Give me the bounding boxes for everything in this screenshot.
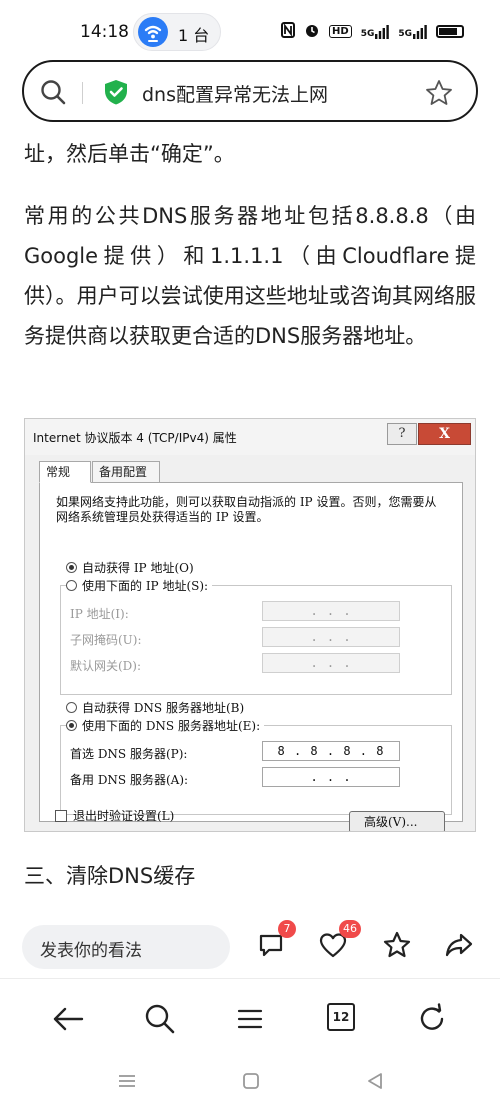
back-arrow-icon[interactable] [50, 1001, 86, 1037]
signal-5g-icon: 5G [398, 24, 427, 39]
preferred-dns-label: 首选 DNS 服务器(P): [70, 747, 188, 761]
recent-apps-icon[interactable] [116, 1070, 138, 1092]
tab-alternate-config: 备用配置 [92, 461, 160, 483]
bookmark-star-icon[interactable] [424, 78, 454, 108]
default-gateway-label: 默认网关(D): [70, 659, 142, 673]
hotspot-indicator[interactable]: 1 台 [133, 13, 221, 51]
radio-selected-icon [66, 562, 77, 573]
tab-general: 常规 [39, 461, 91, 483]
comment-input[interactable]: 发表你的看法 [22, 925, 230, 969]
default-gateway-field: . . . [262, 653, 400, 673]
search-icon[interactable] [40, 79, 66, 105]
radio-selected-icon [66, 720, 77, 731]
favorite-star-icon[interactable] [382, 930, 412, 960]
article-paragraph-dns: 常用的公共DNS服务器地址包括8.8.8.8（由Google提供）和1.1.1.… [24, 204, 476, 348]
ip-address-label: IP 地址(I): [70, 607, 129, 621]
preferred-dns-field: 8 . 8 . 8 . 8 [262, 741, 400, 761]
menu-icon[interactable] [232, 1001, 268, 1037]
like-count-badge: 46 [339, 920, 361, 938]
auto-ip-option: 自动获得 IP 地址(O) [66, 559, 194, 576]
search-divider [82, 82, 83, 104]
help-button: ? [387, 423, 417, 445]
manual-dns-option: 使用下面的 DNS 服务器地址(E): [66, 717, 265, 734]
dialog-title: Internet 协议版本 4 (TCP/IPv4) 属性 [33, 431, 237, 445]
hotspot-count: 1 台 [178, 26, 210, 45]
manual-ip-label: 使用下面的 IP 地址(S): [82, 579, 209, 593]
security-shield-icon [105, 80, 127, 105]
status-bar: 14:18 1 台 HD 5G 5G [0, 0, 500, 60]
status-time: 14:18 [80, 22, 129, 42]
subnet-mask-label: 子网掩码(U): [70, 633, 142, 647]
comment-bar: 发表你的看法 7 46 [0, 916, 500, 978]
radio-unselected-icon [66, 580, 77, 591]
validate-settings-label: 退出时验证设置(L) [73, 809, 175, 823]
back-triangle-icon[interactable] [364, 1070, 386, 1092]
advanced-button: 高级(V)... [349, 811, 445, 831]
dialog-titlebar: Internet 协议版本 4 (TCP/IPv4) 属性 ? X [25, 419, 475, 455]
share-icon[interactable] [444, 930, 474, 960]
section-heading: 三、清除DNS缓存 [24, 864, 196, 888]
dialog-body: 如果网络支持此功能，则可以获取自动指派的 IP 设置。否则，您需要从网络系统管理… [39, 482, 463, 822]
alternate-dns-field: . . . [262, 767, 400, 787]
hotspot-icon [138, 17, 168, 47]
checkbox-icon [55, 809, 67, 822]
radio-unselected-icon [66, 702, 77, 713]
refresh-icon[interactable] [414, 1001, 450, 1037]
search-icon[interactable] [142, 1001, 178, 1037]
hd-icon: HD [329, 25, 352, 38]
close-button: X [418, 423, 471, 445]
system-navigation-bar [0, 1058, 500, 1103]
comment-placeholder: 发表你的看法 [40, 941, 142, 961]
ip-address-field: . . . [262, 601, 400, 621]
status-icons: HD 5G 5G [281, 22, 464, 41]
auto-dns-label: 自动获得 DNS 服务器地址(B) [82, 701, 245, 715]
auto-ip-label: 自动获得 IP 地址(O) [82, 561, 194, 575]
subnet-mask-field: . . . [262, 627, 400, 647]
search-bar[interactable]: dns配置异常无法上网 [22, 60, 478, 122]
nfc-icon [281, 22, 296, 41]
tcpip-dialog-image[interactable]: Internet 协议版本 4 (TCP/IPv4) 属性 ? X 常规 备用配… [24, 418, 476, 832]
battery-icon [436, 25, 464, 38]
article-paragraph-top: 址，然后单击“确定”。 [24, 142, 235, 166]
dialog-description: 如果网络支持此功能，则可以获取自动指派的 IP 设置。否则，您需要从网络系统管理… [56, 495, 437, 524]
signal-5g-icon: 5G [361, 24, 390, 39]
manual-dns-label: 使用下面的 DNS 服务器地址(E): [82, 719, 261, 733]
alternate-dns-label: 备用 DNS 服务器(A): [70, 773, 189, 787]
validate-settings-option: 退出时验证设置(L) [55, 807, 174, 824]
browser-toolbar: 12 [0, 978, 500, 1058]
alarm-icon [304, 22, 320, 41]
search-query-text[interactable]: dns配置异常无法上网 [142, 80, 328, 107]
home-icon[interactable] [240, 1070, 262, 1092]
manual-ip-option: 使用下面的 IP 地址(S): [66, 577, 213, 594]
auto-dns-option: 自动获得 DNS 服务器地址(B) [66, 699, 244, 716]
comment-count-badge: 7 [278, 920, 296, 938]
tabs-button[interactable]: 12 [327, 1003, 355, 1031]
